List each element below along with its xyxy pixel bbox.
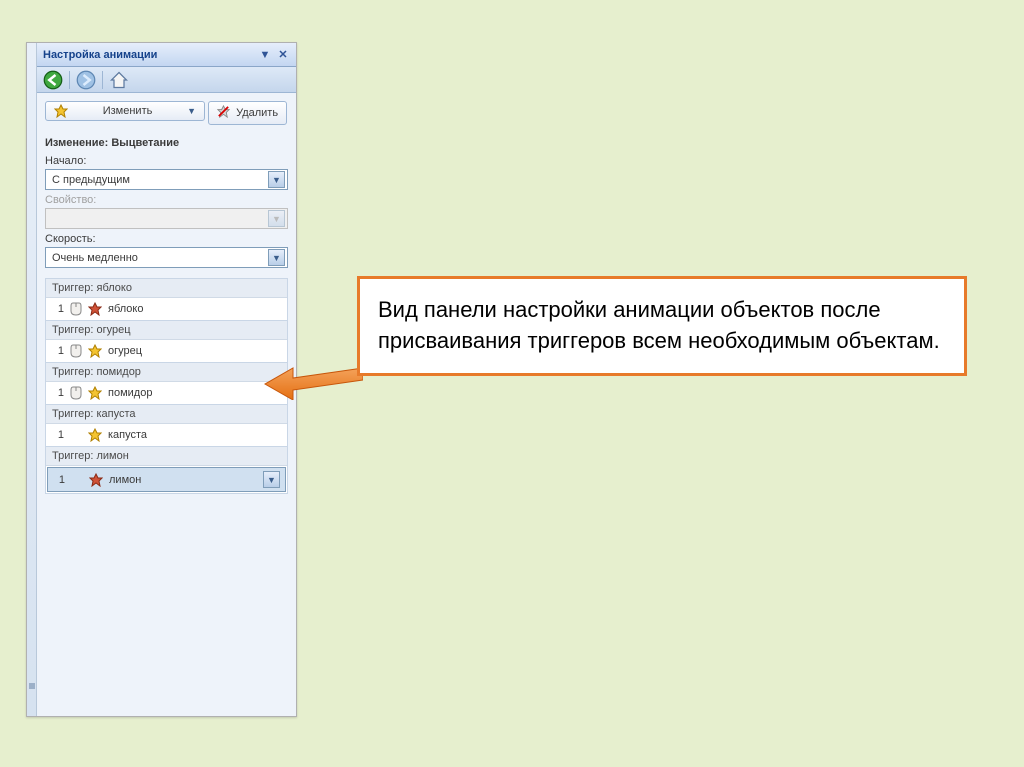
trigger-group: Триггер: помидор 1 помидор [46, 363, 287, 405]
trigger-item-name: помидор [108, 387, 152, 399]
mouse-icon [70, 386, 82, 400]
chevron-down-icon: ▼ [187, 106, 196, 116]
close-icon[interactable]: ✕ [276, 48, 290, 62]
nav-forward-icon [76, 70, 96, 90]
trigger-index: 1 [52, 387, 64, 399]
trigger-index: 1 [53, 474, 65, 486]
trigger-item[interactable]: 1 капуста [46, 424, 287, 446]
trigger-group: Триггер: огурец 1 огурец [46, 321, 287, 363]
speed-label: Скорость: [45, 233, 288, 245]
trigger-group: Триггер: лимон 1 лимон ▼ [46, 447, 287, 492]
dropdown-icon[interactable]: ▼ [258, 48, 272, 62]
chevron-down-icon[interactable]: ▼ [263, 471, 280, 488]
panel-title: Настройка анимации [43, 49, 254, 61]
mouse-icon [70, 344, 82, 358]
trigger-header: Триггер: яблоко [46, 279, 287, 298]
callout-text: Вид панели настройки анимации объектов п… [378, 297, 940, 353]
chevron-down-icon: ▼ [268, 249, 285, 266]
remove-button[interactable]: Удалить [208, 101, 287, 125]
change-button[interactable]: Изменить ▼ [45, 101, 205, 121]
animation-panel: Настройка анимации ▼ ✕ Изменить ▼ [26, 42, 297, 717]
nav-home-icon[interactable] [109, 70, 129, 90]
info-callout: Вид панели настройки анимации объектов п… [357, 276, 967, 376]
nav-separator [102, 71, 103, 89]
panel-dock-strip [27, 43, 37, 716]
delete-icon [217, 105, 230, 121]
panel-content: Изменить ▼ Удалить Изменение: Выцветание… [37, 93, 296, 716]
trigger-group: Триггер: яблоко 1 яблоко [46, 279, 287, 321]
effect-star-icon [88, 302, 102, 316]
start-label: Начало: [45, 155, 288, 167]
effect-star-icon [88, 428, 102, 442]
drag-handle[interactable] [29, 683, 35, 689]
nav-separator [69, 71, 70, 89]
trigger-index: 1 [52, 303, 64, 315]
trigger-item-name: лимон [109, 474, 141, 486]
property-select: ▼ [45, 208, 288, 229]
trigger-group: Триггер: капуста 1 капуста [46, 405, 287, 447]
trigger-header: Триггер: капуста [46, 405, 287, 424]
chevron-down-icon: ▼ [268, 171, 285, 188]
panel-body: Настройка анимации ▼ ✕ Изменить ▼ [37, 43, 296, 716]
speed-select-value: Очень медленно [52, 252, 138, 264]
trigger-header: Триггер: помидор [46, 363, 287, 382]
callout-arrow [263, 360, 363, 400]
trigger-header: Триггер: огурец [46, 321, 287, 340]
trigger-index: 1 [52, 345, 64, 357]
property-label: Свойство: [45, 194, 288, 206]
nav-back-icon[interactable] [43, 70, 63, 90]
change-button-label: Изменить [74, 105, 181, 117]
trigger-item[interactable]: 1 яблоко [46, 298, 287, 320]
trigger-header: Триггер: лимон [46, 447, 287, 466]
trigger-item[interactable]: 1 огурец [46, 340, 287, 362]
remove-button-label: Удалить [236, 107, 278, 119]
chevron-down-icon: ▼ [268, 210, 285, 227]
effect-star-icon [88, 344, 102, 358]
trigger-item-name: капуста [108, 429, 147, 441]
mouse-icon [70, 302, 82, 316]
panel-navbar [37, 67, 296, 93]
trigger-item[interactable]: 1 лимон ▼ [47, 467, 286, 492]
effect-star-icon [89, 473, 103, 487]
trigger-item-name: яблоко [108, 303, 143, 315]
start-select[interactable]: С предыдущим ▼ [45, 169, 288, 190]
trigger-list: Триггер: яблоко 1 яблоко Триггер: огурец 1 ог… [45, 278, 288, 494]
effect-star-icon [88, 386, 102, 400]
trigger-index: 1 [52, 429, 64, 441]
speed-select[interactable]: Очень медленно ▼ [45, 247, 288, 268]
panel-titlebar: Настройка анимации ▼ ✕ [37, 43, 296, 67]
star-icon [54, 104, 68, 118]
start-select-value: С предыдущим [52, 174, 130, 186]
trigger-item-name: огурец [108, 345, 142, 357]
trigger-item[interactable]: 1 помидор [46, 382, 287, 404]
effect-section-title: Изменение: Выцветание [45, 137, 288, 149]
